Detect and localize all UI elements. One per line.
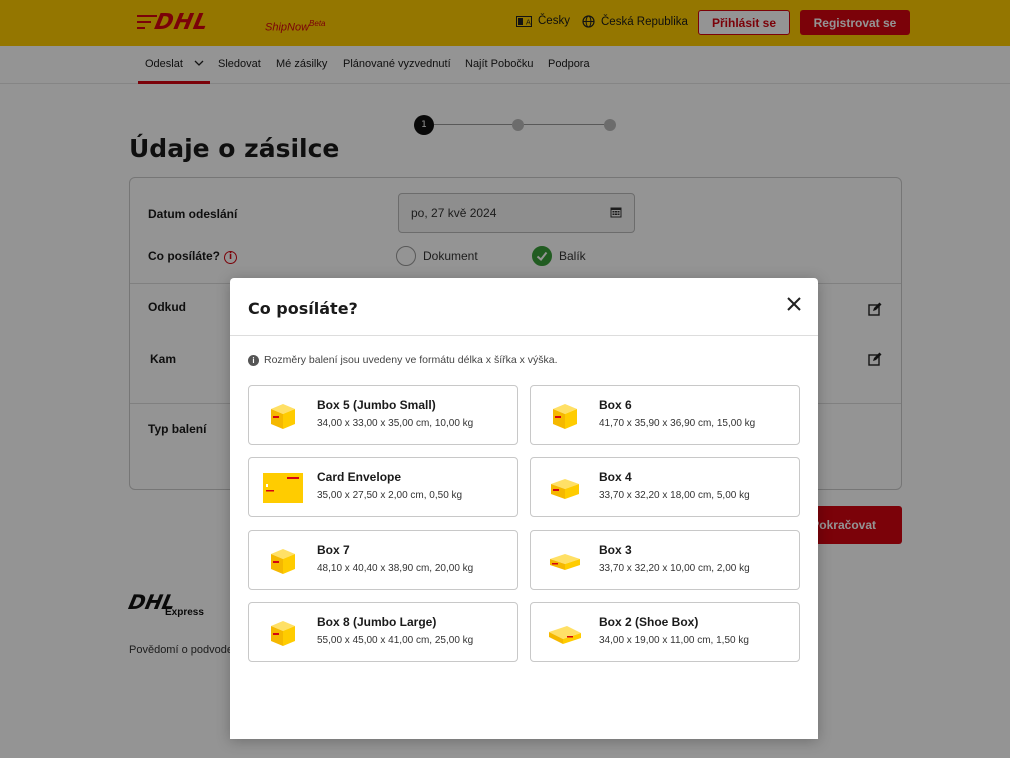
package-name: Box 4 — [599, 470, 632, 484]
package-dimensions: 33,70 x 32,20 x 10,00 cm, 2,00 kg — [599, 563, 750, 574]
box-icon — [271, 621, 295, 646]
modal-divider — [230, 335, 818, 336]
package-dimensions: 48,10 x 40,40 x 38,90 cm, 20,00 kg — [317, 563, 474, 574]
box-icon — [271, 404, 295, 429]
package-name: Box 3 — [599, 543, 632, 557]
package-option[interactable]: Box 5 (Jumbo Small) 34,00 x 33,00 x 35,0… — [248, 385, 518, 445]
shoe-box-icon — [549, 626, 581, 644]
modal-title: Co posíláte? — [248, 299, 358, 318]
package-name: Box 7 — [317, 543, 350, 557]
package-option[interactable]: Box 3 33,70 x 32,20 x 10,00 cm, 2,00 kg — [530, 530, 800, 590]
package-dimensions: 55,00 x 45,00 x 41,00 cm, 25,00 kg — [317, 635, 474, 646]
box-icon — [553, 404, 577, 429]
package-name: Box 5 (Jumbo Small) — [317, 398, 436, 412]
modal-info-text: Rozměry balení jsou uvedeny ve formátu d… — [264, 354, 558, 366]
package-option[interactable]: Box 6 41,70 x 35,90 x 36,90 cm, 15,00 kg — [530, 385, 800, 445]
package-dimensions: 34,00 x 19,00 x 11,00 cm, 1,50 kg — [599, 635, 749, 646]
envelope-icon — [263, 473, 303, 503]
close-icon[interactable] — [784, 294, 804, 314]
package-name: Box 6 — [599, 398, 632, 412]
box-icon — [271, 549, 295, 574]
package-dimensions: 33,70 x 32,20 x 18,00 cm, 5,00 kg — [599, 490, 750, 501]
package-option[interactable]: Box 7 48,10 x 40,40 x 38,90 cm, 20,00 kg — [248, 530, 518, 590]
box-icon — [551, 479, 579, 499]
package-name: Box 2 (Shoe Box) — [599, 615, 699, 629]
package-option[interactable]: Card Envelope 35,00 x 27,50 x 2,00 cm, 0… — [248, 457, 518, 517]
packaging-modal: Co posíláte? i Rozměry balení jsou uvede… — [230, 278, 818, 739]
package-name: Card Envelope — [317, 470, 402, 484]
package-dimensions: 41,70 x 35,90 x 36,90 cm, 15,00 kg — [599, 418, 756, 429]
package-option[interactable]: Box 8 (Jumbo Large) 55,00 x 45,00 x 41,0… — [248, 602, 518, 662]
package-name: Box 8 (Jumbo Large) — [317, 615, 437, 629]
box-icon — [550, 554, 580, 570]
package-option[interactable]: Box 4 33,70 x 32,20 x 18,00 cm, 5,00 kg — [530, 457, 800, 517]
package-option[interactable]: Box 2 (Shoe Box) 34,00 x 19,00 x 11,00 c… — [530, 602, 800, 662]
package-dimensions: 34,00 x 33,00 x 35,00 cm, 10,00 kg — [317, 418, 474, 429]
info-icon: i — [248, 354, 259, 366]
package-dimensions: 35,00 x 27,50 x 2,00 cm, 0,50 kg — [317, 490, 463, 501]
modal-info: i Rozměry balení jsou uvedeny ve formátu… — [248, 354, 558, 366]
